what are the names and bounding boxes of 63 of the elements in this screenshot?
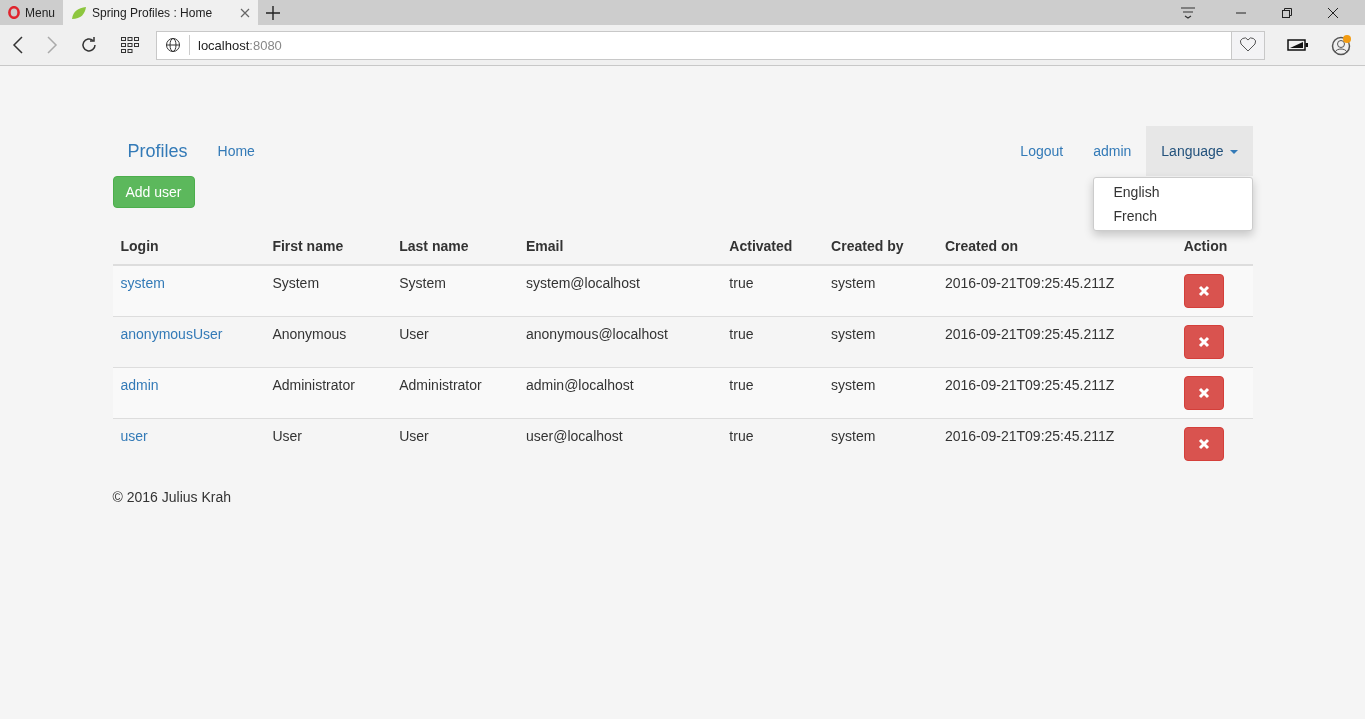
reload-icon[interactable] — [80, 36, 98, 54]
table-cell: system — [831, 377, 876, 393]
nav-link[interactable]: Logout — [1005, 126, 1079, 176]
dropdown-item[interactable]: French — [1093, 204, 1252, 228]
back-icon[interactable] — [12, 36, 24, 54]
nav-link[interactable]: Home — [202, 126, 270, 176]
brand-link[interactable]: Profiles — [112, 140, 203, 162]
table-cell: 2016-09-21T09:25:45.211Z — [944, 428, 1115, 444]
table-cell: system@localhost — [526, 275, 640, 291]
bookmark-button[interactable] — [1231, 31, 1264, 59]
table-cell: System — [399, 275, 446, 291]
restore-icon[interactable] — [1281, 6, 1293, 19]
close-icon — [1197, 285, 1210, 297]
table-cell: Administrator — [399, 377, 482, 393]
table-cell: 2016-09-21T09:25:45.211Z — [944, 326, 1115, 342]
login-link[interactable]: user — [120, 428, 148, 444]
table-cell: User — [399, 326, 429, 342]
table-cell: User — [272, 428, 302, 444]
table-cell: true — [729, 275, 754, 291]
table-cell: anonymous@localhost — [526, 326, 668, 342]
nav-link[interactable]: admin — [1078, 126, 1147, 176]
delete-button[interactable] — [1183, 376, 1224, 410]
footer-text: © 2016 Julius Krah — [112, 489, 232, 505]
table-cell: Anonymous — [272, 326, 347, 342]
table-cell: true — [729, 377, 754, 393]
grid-icon[interactable] — [120, 36, 140, 54]
table-cell: User — [399, 428, 429, 444]
language-dropdown[interactable]: Language — [1146, 126, 1253, 176]
table-cell: admin@localhost — [526, 377, 634, 393]
login-link[interactable]: admin — [120, 377, 159, 393]
close-icon — [1197, 336, 1210, 348]
table-cell: true — [729, 326, 754, 342]
table-cell: system — [831, 428, 876, 444]
delete-button[interactable] — [1183, 427, 1224, 461]
login-link[interactable]: anonymousUser — [120, 326, 223, 342]
address-field[interactable]: localhost:8080 — [156, 30, 1265, 60]
battery-icon[interactable] — [1287, 39, 1309, 51]
leaf-icon — [71, 5, 88, 20]
user-account-icon[interactable] — [1331, 34, 1353, 56]
heart-icon — [1239, 37, 1257, 53]
close-icon — [1197, 387, 1210, 399]
table-cell: Administrator — [272, 377, 355, 393]
close-icon[interactable] — [1327, 6, 1339, 19]
new-tab-icon[interactable] — [266, 5, 281, 20]
globe-icon — [165, 37, 181, 53]
dropdown-item[interactable]: English — [1093, 180, 1252, 204]
close-icon — [1197, 438, 1210, 450]
tab-menu-icon[interactable] — [1181, 6, 1195, 19]
table-cell: user@localhost — [526, 428, 623, 444]
add-user-button[interactable]: Add user — [112, 176, 195, 208]
browser-menu-button[interactable]: Menu — [0, 0, 64, 25]
table-cell: System — [272, 275, 320, 291]
close-tab-icon[interactable] — [240, 7, 251, 18]
delete-button[interactable] — [1183, 274, 1224, 308]
table-cell: system — [831, 326, 876, 342]
browser-tab[interactable]: Spring Profiles : Home — [63, 0, 259, 25]
table-cell: 2016-09-21T09:25:45.211Z — [944, 377, 1115, 393]
table-cell: true — [729, 428, 754, 444]
caret-icon — [1229, 150, 1238, 155]
table-cell: system — [831, 275, 876, 291]
table-cell: 2016-09-21T09:25:45.211Z — [944, 275, 1115, 291]
delete-button[interactable] — [1183, 325, 1224, 359]
login-link[interactable]: system — [120, 275, 165, 291]
